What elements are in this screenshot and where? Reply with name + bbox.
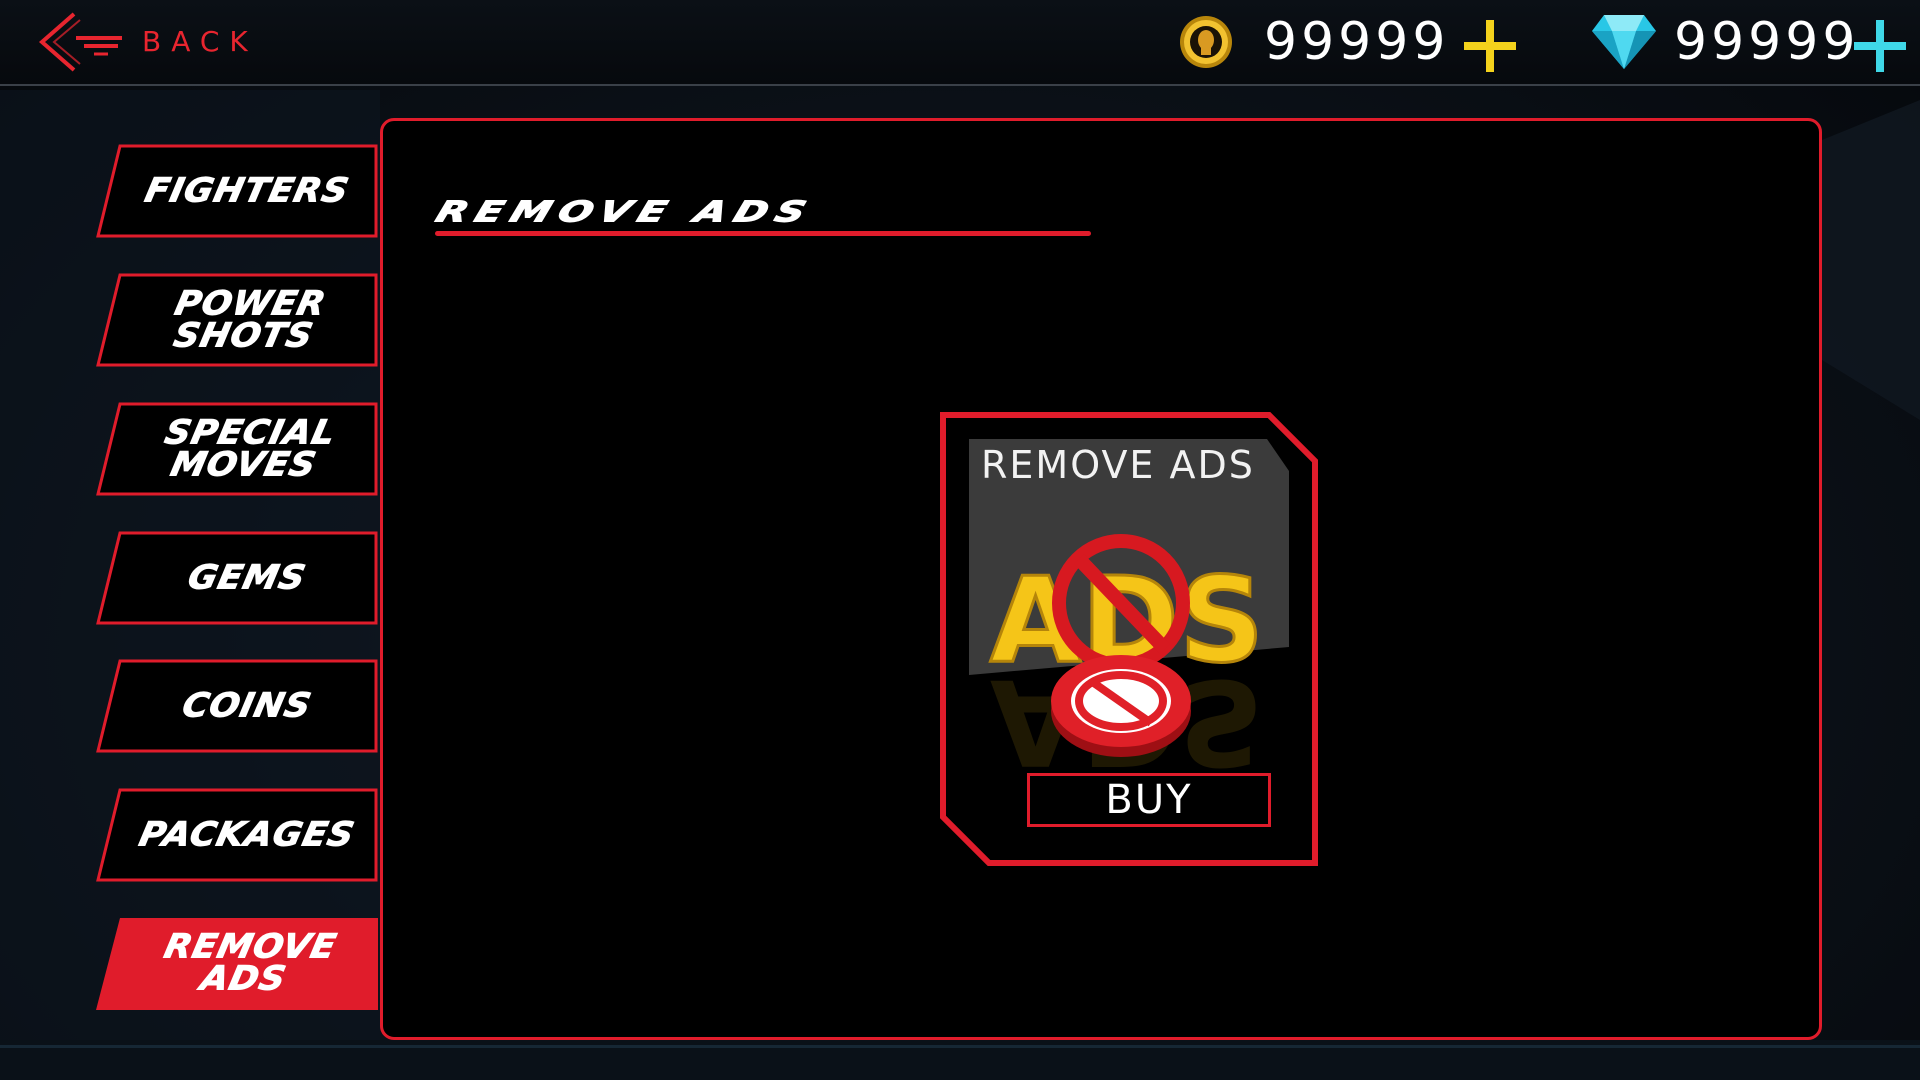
card-title: REMOVE ADS bbox=[981, 443, 1255, 487]
tab-label: FIGHTERS bbox=[141, 172, 353, 211]
tab-remove-ads[interactable]: REMOVE ADS bbox=[96, 916, 378, 1010]
back-label: BACK bbox=[142, 24, 258, 58]
coin-value: 99999 bbox=[1264, 12, 1450, 72]
tab-label: POWER SHOTS bbox=[170, 284, 330, 356]
title-underline bbox=[435, 231, 1091, 236]
buy-button[interactable]: BUY bbox=[1027, 773, 1271, 827]
tab-label: GEMS bbox=[184, 559, 310, 598]
no-ads-icon: ADS ADS bbox=[988, 534, 1266, 771]
tab-fighters[interactable]: FIGHTERS bbox=[96, 144, 378, 238]
tab-packages[interactable]: PACKAGES bbox=[96, 788, 378, 882]
gem-value: 99999 bbox=[1674, 12, 1860, 72]
add-gems-button[interactable] bbox=[1854, 20, 1906, 72]
coin-counter: 99999 bbox=[1178, 0, 1449, 84]
tab-power-shots[interactable]: POWER SHOTS bbox=[96, 273, 378, 367]
tab-label: REMOVE ADS bbox=[160, 927, 341, 999]
tab-special-moves[interactable]: SPECIAL MOVES bbox=[96, 402, 378, 496]
tab-label: COINS bbox=[178, 687, 316, 726]
add-coins-button[interactable] bbox=[1464, 20, 1516, 72]
tab-gems[interactable]: GEMS bbox=[96, 531, 378, 625]
tab-label: SPECIAL MOVES bbox=[161, 413, 340, 485]
page-title: REMOVE ADS bbox=[431, 195, 819, 229]
back-button[interactable]: BACK bbox=[34, 6, 264, 76]
remove-ads-card: REMOVE ADS ADS ADS BUY bbox=[939, 411, 1319, 867]
gem-counter: 99999 bbox=[1590, 0, 1859, 84]
tab-coins[interactable]: COINS bbox=[96, 659, 378, 753]
tab-label: PACKAGES bbox=[135, 816, 359, 855]
gem-icon bbox=[1592, 15, 1656, 69]
back-arrow-icon bbox=[38, 12, 122, 72]
top-bar: BACK 99999 99999 bbox=[0, 0, 1920, 86]
main-panel: REMOVE ADS REMOVE ADS ADS ADS BUY bbox=[380, 118, 1822, 1040]
coin-icon bbox=[1180, 16, 1232, 68]
